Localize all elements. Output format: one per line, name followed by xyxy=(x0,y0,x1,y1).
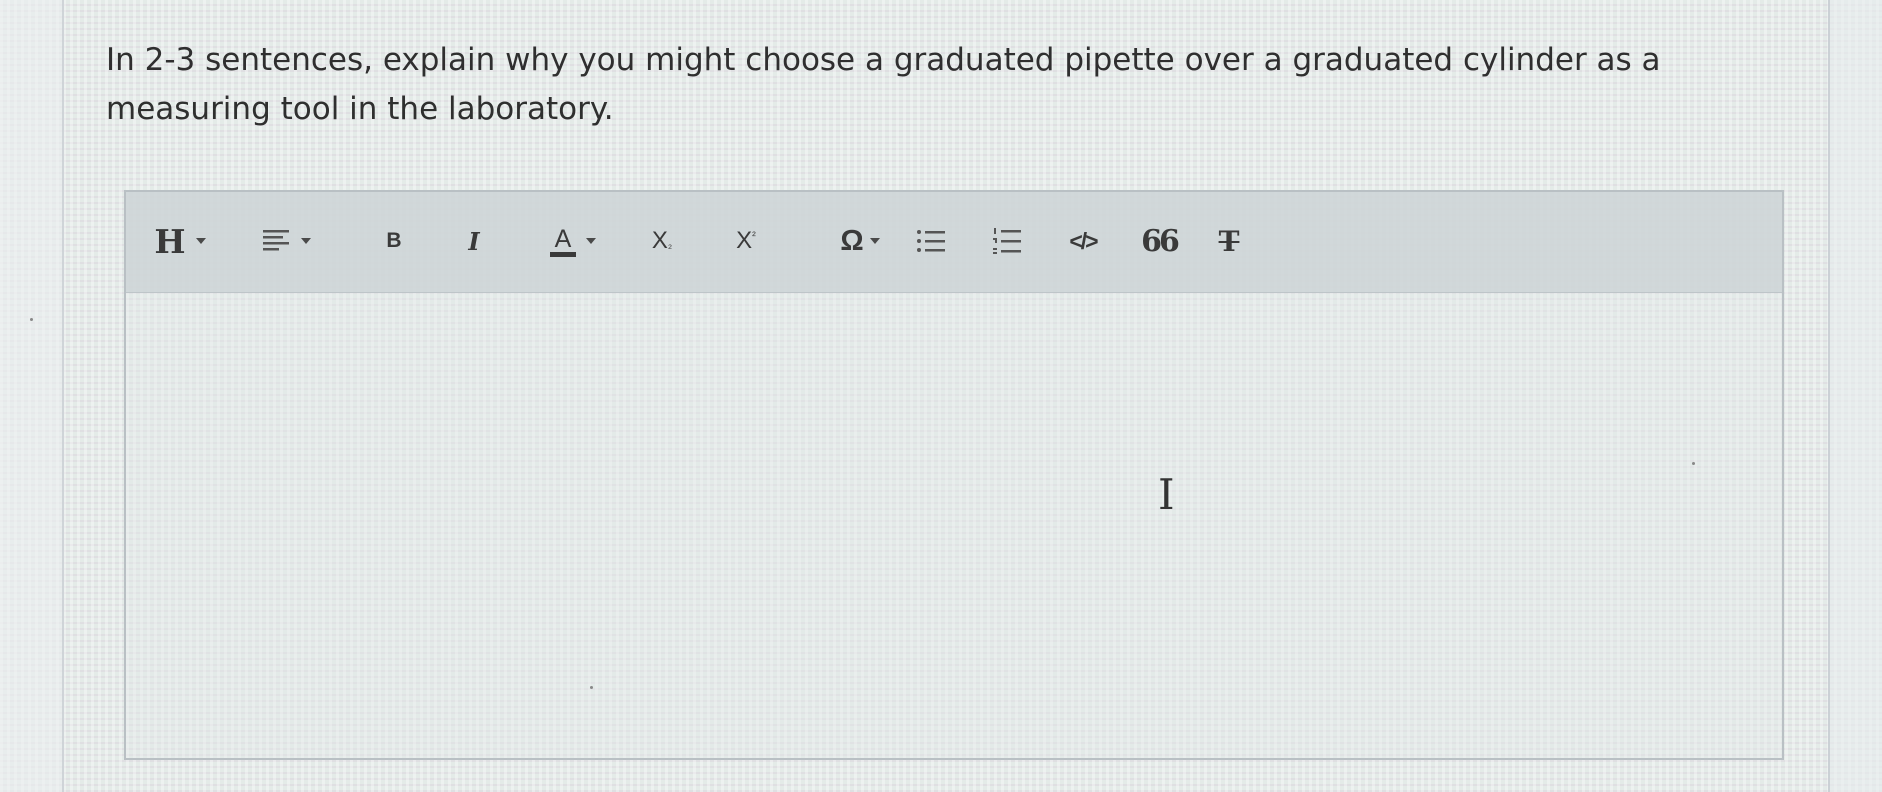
right-scrollbar-strip[interactable] xyxy=(1828,0,1882,792)
heading-icon: H xyxy=(154,221,186,261)
rich-text-editor: H B I A X₂ X² Ω </> 66 T xyxy=(124,190,1784,760)
superscript-button[interactable]: X² xyxy=(716,218,776,264)
code-button[interactable]: </> xyxy=(1052,218,1114,264)
chevron-down-icon xyxy=(586,238,597,244)
bold-button[interactable]: B xyxy=(364,218,424,264)
code-icon: </> xyxy=(1069,227,1098,254)
chevron-down-icon xyxy=(301,238,311,244)
bold-icon: B xyxy=(386,229,402,252)
bullet-list-button[interactable] xyxy=(906,218,956,264)
answer-input[interactable] xyxy=(126,293,1782,758)
heading-dropdown-button[interactable]: H xyxy=(142,218,218,264)
screen-speck xyxy=(1692,462,1695,465)
numbered-list-button[interactable] xyxy=(982,218,1032,264)
clear-formatting-button[interactable]: T xyxy=(1202,218,1256,264)
italic-icon: I xyxy=(468,226,480,256)
editor-toolbar: H B I A X₂ X² Ω </> 66 T xyxy=(126,192,1782,293)
omega-icon: Ω xyxy=(840,224,864,257)
font-color-dropdown-button[interactable]: A xyxy=(530,218,616,264)
superscript-icon: X² xyxy=(736,227,756,254)
text-cursor-icon: I xyxy=(1158,470,1175,519)
left-margin-strip xyxy=(0,0,64,792)
align-icon xyxy=(263,230,289,251)
chevron-down-icon xyxy=(195,238,206,244)
italic-button[interactable]: I xyxy=(444,218,504,264)
numbered-list-icon xyxy=(993,228,1021,254)
screen-speck xyxy=(30,318,33,321)
align-dropdown-button[interactable] xyxy=(244,218,328,264)
question-prompt: In 2-3 sentences, explain why you might … xyxy=(106,42,1661,127)
bullet-list-icon xyxy=(917,230,945,252)
blockquote-button[interactable]: 66 xyxy=(1134,218,1184,264)
clear-format-icon: T xyxy=(1218,224,1240,258)
quote-icon: 66 xyxy=(1141,223,1180,259)
subscript-button[interactable]: X₂ xyxy=(632,218,692,264)
screen-speck xyxy=(590,686,593,689)
chevron-down-icon xyxy=(869,238,880,244)
font-color-icon: A xyxy=(549,226,577,257)
subscript-icon: X₂ xyxy=(651,227,673,254)
special-character-dropdown-button[interactable]: Ω xyxy=(826,218,894,264)
